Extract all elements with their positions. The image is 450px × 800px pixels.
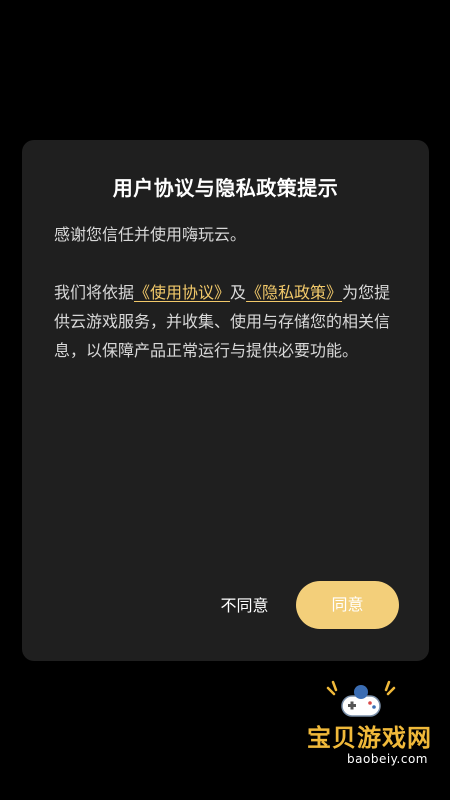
- dialog-body: 感谢您信任并使用嗨玩云。 我们将依据《使用协议》及《隐私政策》为您提供云游戏服务…: [54, 220, 401, 365]
- watermark: 宝贝游戏网 baobeiy.com: [282, 680, 432, 780]
- watermark-url: baobeiy.com: [347, 752, 428, 766]
- privacy-link[interactable]: 《隐私政策》: [246, 283, 342, 302]
- terms-link[interactable]: 《使用协议》: [134, 283, 230, 302]
- body-prefix: 我们将依据: [54, 283, 135, 302]
- disagree-button[interactable]: 不同意: [182, 583, 307, 629]
- watermark-name: 宝贝游戏网: [307, 724, 432, 752]
- screen: 用户协议与隐私政策提示 感谢您信任并使用嗨玩云。 我们将依据《使用协议》及《隐私…: [0, 0, 450, 800]
- intro-text: 感谢您信任并使用嗨玩云。: [54, 225, 247, 244]
- agreement-paragraph: 我们将依据《使用协议》及《隐私政策》为您提供云游戏服务，并收集、使用与存储您的相…: [54, 278, 401, 365]
- agreement-dialog: 用户协议与隐私政策提示 感谢您信任并使用嗨玩云。 我们将依据《使用协议》及《隐私…: [22, 140, 429, 661]
- dialog-title: 用户协议与隐私政策提示: [112, 176, 339, 200]
- conjunction-text: 及: [230, 283, 247, 302]
- agree-button[interactable]: 同意: [296, 581, 399, 629]
